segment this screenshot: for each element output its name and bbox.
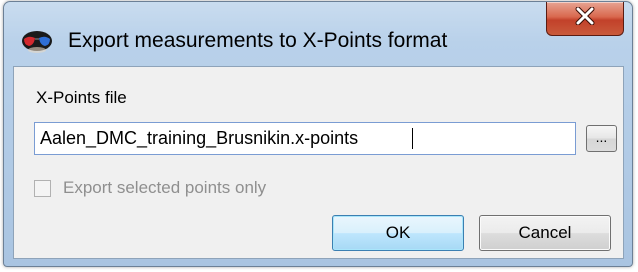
title-bar[interactable]: Export measurements to X-Points format xyxy=(4,2,632,58)
close-x-icon xyxy=(575,6,595,30)
export-selected-option[interactable]: Export selected points only xyxy=(34,177,266,199)
cancel-button[interactable]: Cancel xyxy=(479,215,611,251)
close-button[interactable] xyxy=(546,2,624,36)
xpoints-file-label: X-Points file xyxy=(36,88,127,107)
export-selected-label: Export selected points only xyxy=(63,178,267,197)
browse-button[interactable]: ... xyxy=(586,125,617,152)
glasses-app-icon xyxy=(21,30,53,54)
dialog-title: Export measurements to X-Points format xyxy=(68,29,448,52)
ok-button[interactable]: OK xyxy=(332,215,464,251)
dialog-body: X-Points file ... Export selected points… xyxy=(13,66,624,259)
export-selected-checkbox[interactable] xyxy=(34,179,51,197)
text-caret xyxy=(412,128,413,149)
export-dialog-window: Export measurements to X-Points format X… xyxy=(3,1,633,267)
xpoints-file-input[interactable] xyxy=(34,122,576,155)
